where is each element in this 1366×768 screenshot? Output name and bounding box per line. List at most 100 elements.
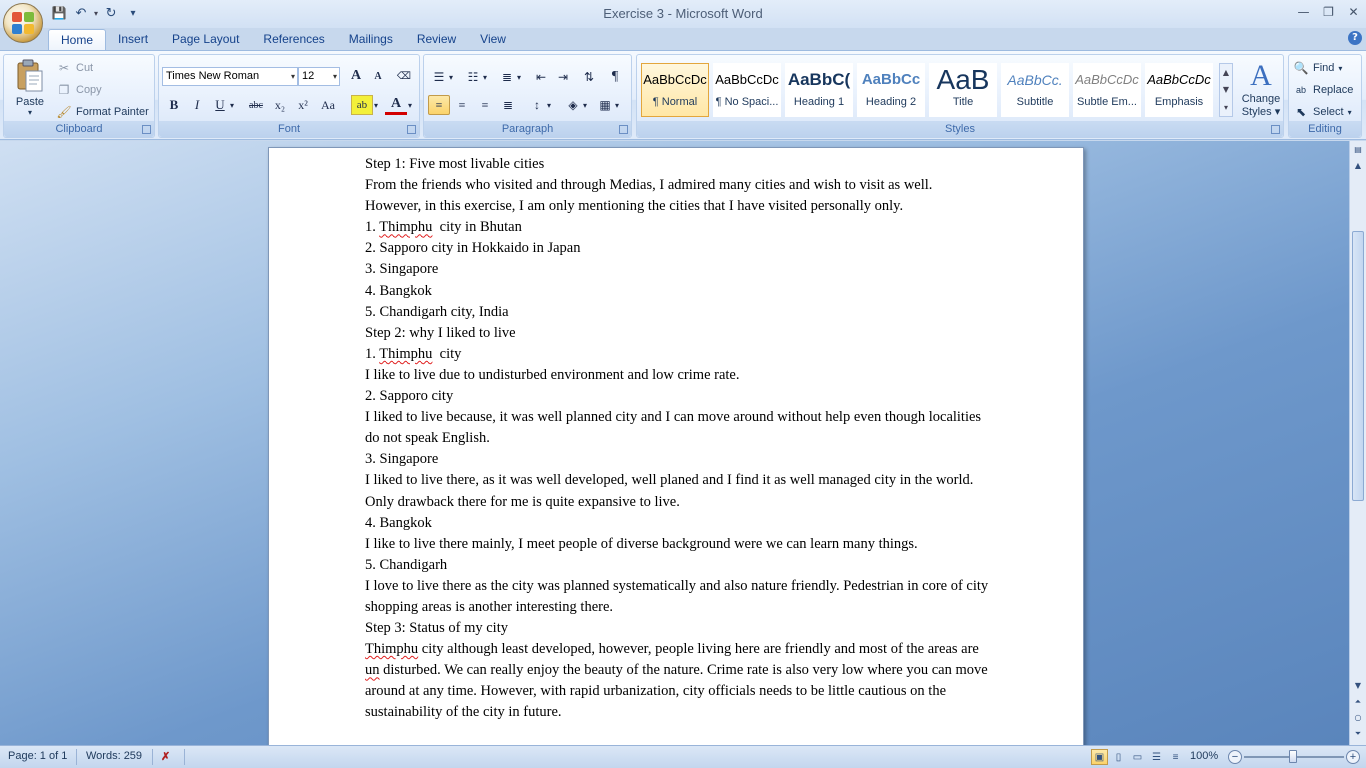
change-case-button[interactable]: Aa xyxy=(317,95,339,115)
maximize-button[interactable]: ❐ xyxy=(1316,2,1341,22)
show-marks-icon[interactable]: ¶ xyxy=(604,67,626,87)
spelling-error[interactable]: Thimphu xyxy=(379,346,432,362)
gallery-more-icon[interactable]: ▾ xyxy=(1220,99,1232,116)
vertical-scrollbar[interactable]: ▤ ▲ ▼ ⏶ ○ ⏷ xyxy=(1349,141,1366,745)
strikethrough-button[interactable]: abc xyxy=(245,95,267,115)
select-button[interactable]: ⬉ Select ▾ xyxy=(1293,104,1352,120)
style-subtle-emphasis[interactable]: AaBbCcDc Subtle Em... xyxy=(1073,63,1141,117)
scroll-up-icon[interactable]: ▲ xyxy=(1351,159,1365,173)
style-heading-2[interactable]: AaBbCc Heading 2 xyxy=(857,63,925,117)
gallery-up-icon[interactable]: ▲ xyxy=(1220,64,1232,81)
replace-button[interactable]: ab Replace xyxy=(1293,82,1353,98)
office-logo-icon xyxy=(12,12,34,34)
paragraph: 5. Chandigarh city, India xyxy=(365,303,509,320)
increase-indent-icon[interactable]: ⇥ xyxy=(552,67,574,87)
font-name-dropdown-icon[interactable]: ▾ xyxy=(291,68,295,85)
highlight-dropdown-icon[interactable]: ▾ xyxy=(371,95,381,115)
align-center-icon[interactable]: ≡ xyxy=(451,95,473,115)
zoom-level[interactable]: 100% xyxy=(1190,750,1218,762)
font-size-dropdown-icon[interactable]: ▾ xyxy=(333,68,337,85)
tab-insert[interactable]: Insert xyxy=(106,29,160,50)
previous-page-icon[interactable]: ⏶ xyxy=(1351,695,1365,709)
font-color-button[interactable]: A xyxy=(385,95,407,115)
tab-review[interactable]: Review xyxy=(405,29,468,50)
font-dialog-launcher[interactable] xyxy=(407,125,416,134)
ruler-toggle-icon[interactable]: ▤ xyxy=(1351,143,1365,157)
format-painter-button[interactable]: 🖌 Format Painter xyxy=(56,104,148,120)
underline-dropdown-icon[interactable]: ▾ xyxy=(227,95,237,115)
shrink-font-button[interactable]: A xyxy=(367,66,389,86)
find-button[interactable]: 🔍 Find ▾ xyxy=(1293,60,1343,76)
clipboard-group-label: Clipboard xyxy=(4,121,154,137)
clipboard-dialog-launcher[interactable] xyxy=(142,125,151,134)
justify-icon[interactable]: ≣ xyxy=(497,95,519,115)
styles-dialog-launcher[interactable] xyxy=(1271,125,1280,134)
italic-button[interactable]: I xyxy=(186,95,208,115)
paragraph: I like to live due to undisturbed enviro… xyxy=(365,366,740,383)
tab-references[interactable]: References xyxy=(251,29,336,50)
copy-button[interactable]: ❐ Copy xyxy=(56,82,102,98)
decrease-indent-icon[interactable]: ⇤ xyxy=(530,67,552,87)
gallery-down-icon[interactable]: ▼ xyxy=(1220,81,1232,98)
numbering-dropdown-icon[interactable]: ▾ xyxy=(480,67,490,87)
clear-formatting-icon[interactable]: ⌫ xyxy=(393,66,415,86)
full-screen-reading-icon[interactable]: ▯ xyxy=(1110,749,1127,765)
highlight-button[interactable]: ab xyxy=(351,95,373,115)
change-styles-button[interactable]: A Change Styles ▾ xyxy=(1241,59,1281,118)
paragraph-dialog-launcher[interactable] xyxy=(619,125,628,134)
style-sample: AaBbCcDc xyxy=(1075,72,1139,87)
align-left-icon[interactable]: ≡ xyxy=(428,95,450,115)
align-right-icon[interactable]: ≡ xyxy=(474,95,496,115)
next-page-icon[interactable]: ⏷ xyxy=(1351,727,1365,741)
zoom-in-icon[interactable]: + xyxy=(1346,750,1360,764)
style-normal[interactable]: AaBbCcDc ¶ Normal xyxy=(641,63,709,117)
draft-icon[interactable]: ≡ xyxy=(1167,749,1184,765)
close-button[interactable]: ✕ xyxy=(1341,2,1366,22)
superscript-button[interactable]: x² xyxy=(292,95,314,115)
print-layout-icon[interactable]: ▣ xyxy=(1091,749,1108,765)
zoom-slider-thumb[interactable] xyxy=(1289,750,1297,763)
style-sample: AaBbCc. xyxy=(1007,72,1063,88)
style-title[interactable]: AaB Title xyxy=(929,63,997,117)
tab-view[interactable]: View xyxy=(468,29,518,50)
replace-icon: ab xyxy=(1295,85,1306,95)
tab-mailings[interactable]: Mailings xyxy=(337,29,405,50)
style-no-spacing[interactable]: AaBbCcDc ¶ No Spaci... xyxy=(713,63,781,117)
tab-home[interactable]: Home xyxy=(48,29,107,50)
sort-icon[interactable]: ⇅ xyxy=(578,67,600,87)
help-icon[interactable]: ? xyxy=(1348,31,1362,45)
grow-font-button[interactable]: A xyxy=(345,66,367,86)
paste-button[interactable]: Paste ▾ xyxy=(10,59,50,119)
subscript-button[interactable]: x₂ xyxy=(269,95,291,115)
zoom-out-icon[interactable]: − xyxy=(1228,750,1242,764)
outline-icon[interactable]: ☰ xyxy=(1148,749,1165,765)
scroll-down-icon[interactable]: ▼ xyxy=(1351,679,1365,693)
minimize-button[interactable]: — xyxy=(1291,2,1316,22)
shading-dropdown-icon[interactable]: ▾ xyxy=(580,95,590,115)
line-spacing-dropdown-icon[interactable]: ▾ xyxy=(544,95,554,115)
bold-button[interactable]: B xyxy=(163,95,185,115)
page-count[interactable]: Page: 1 of 1 xyxy=(8,750,67,762)
tab-page-layout[interactable]: Page Layout xyxy=(160,29,251,50)
browse-object-icon[interactable]: ○ xyxy=(1351,711,1365,725)
office-button[interactable] xyxy=(3,3,43,43)
font-color-dropdown-icon[interactable]: ▾ xyxy=(405,95,415,115)
bullets-dropdown-icon[interactable]: ▾ xyxy=(446,67,456,87)
spelling-error[interactable]: un xyxy=(365,662,380,678)
document-page[interactable]: Step 1: Five most livable cities From th… xyxy=(268,147,1084,745)
spelling-error[interactable]: Thimphu xyxy=(365,641,418,657)
document-body[interactable]: Step 1: Five most livable cities From th… xyxy=(365,154,991,724)
proofing-icon[interactable]: ✗ xyxy=(161,750,170,763)
web-layout-icon[interactable]: ▭ xyxy=(1129,749,1146,765)
word-count[interactable]: Words: 259 xyxy=(86,750,142,762)
font-name-combobox[interactable]: Times New Roman ▾ xyxy=(162,67,298,86)
cut-button[interactable]: ✂ Cut xyxy=(56,60,93,76)
style-subtitle[interactable]: AaBbCc. Subtitle xyxy=(1001,63,1069,117)
borders-dropdown-icon[interactable]: ▾ xyxy=(612,95,622,115)
style-emphasis[interactable]: AaBbCcDc Emphasis xyxy=(1145,63,1213,117)
font-size-combobox[interactable]: 12 ▾ xyxy=(298,67,340,86)
style-heading-1[interactable]: AaBbC( Heading 1 xyxy=(785,63,853,117)
spelling-error[interactable]: Thimphu xyxy=(379,219,432,235)
multilevel-dropdown-icon[interactable]: ▾ xyxy=(514,67,524,87)
scroll-thumb[interactable] xyxy=(1352,231,1364,501)
